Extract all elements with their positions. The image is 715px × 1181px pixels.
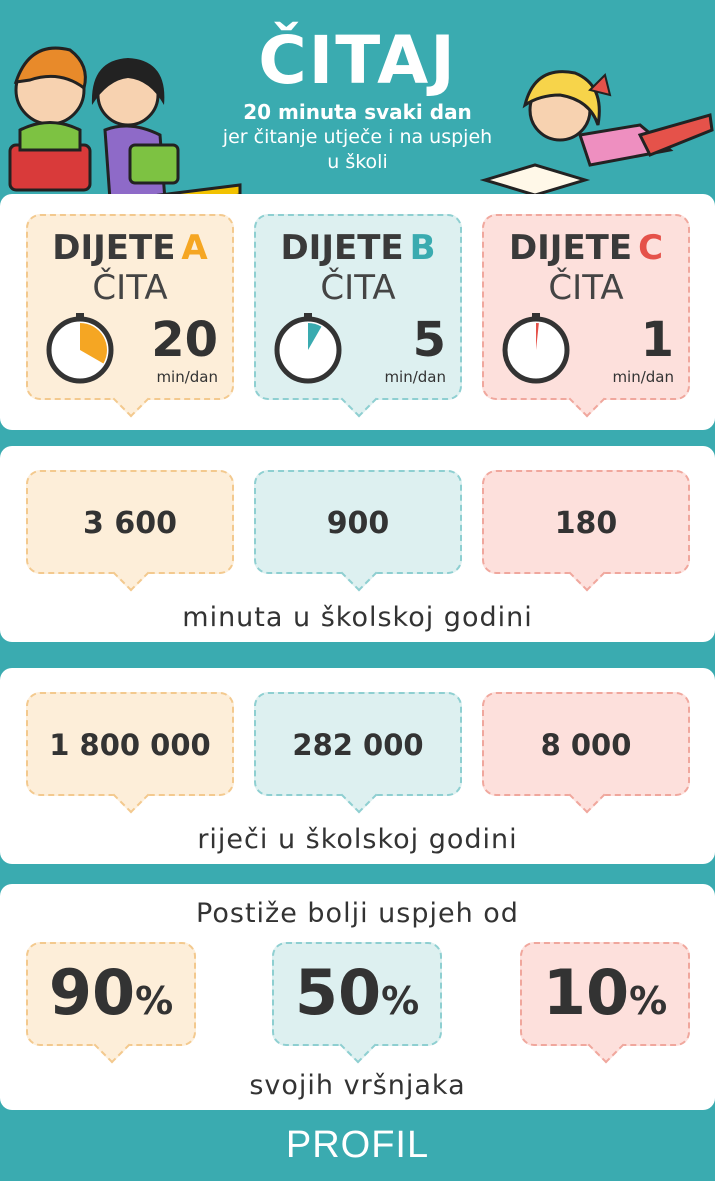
words-value-b: 282 000	[292, 728, 424, 762]
success-card-b: 50%	[272, 942, 442, 1064]
child-c-unit: min/dan	[612, 368, 674, 386]
minutes-panel: 3 600 900 180 minuta u školskoj godini	[0, 446, 715, 642]
minutes-caption: minuta u školskoj godini	[182, 602, 533, 633]
child-a-card: DIJETE A ČITA 20 min/dan	[26, 214, 234, 418]
minutes-value-c: 180	[554, 506, 618, 541]
success-value-b: 50%	[294, 956, 420, 1029]
words-card-b: 282 000	[254, 692, 462, 814]
success-caption: svojih vršnjaka	[249, 1070, 466, 1101]
subtitle-bold: 20 minuta svaki dan	[243, 100, 472, 124]
success-value-c: 10%	[542, 956, 668, 1029]
words-caption: riječi u školskoj godini	[197, 824, 518, 855]
page-title: ČITAJ	[258, 22, 457, 99]
child-c-title: DIJETE C	[508, 228, 664, 268]
success-card-a: 90%	[26, 942, 196, 1064]
words-card-a: 1 800 000	[26, 692, 234, 814]
subtitle-rest: jer čitanje utječe i na uspjeh u školi	[222, 126, 493, 173]
success-value-a: 90%	[48, 956, 174, 1029]
minutes-card-a: 3 600	[26, 470, 234, 592]
child-b-unit: min/dan	[384, 368, 446, 386]
words-panel: 1 800 000 282 000 8 000 riječi u školsko…	[0, 668, 715, 864]
child-c-card: DIJETE C ČITA 1 min/dan	[482, 214, 690, 418]
minutes-value-b: 900	[326, 506, 390, 541]
child-a-minutes: 20	[151, 312, 218, 368]
minutes-card-c: 180	[482, 470, 690, 592]
success-intro: Postiže bolji uspjeh od	[196, 898, 519, 929]
minutes-card-b: 900	[254, 470, 462, 592]
reading-time-panel: DIJETE A ČITA 20 min/dan DIJETE B ČITA 5 m…	[0, 194, 715, 430]
minutes-value-a: 3 600	[83, 506, 177, 541]
child-c-reads: ČITA	[548, 268, 624, 308]
child-b-title: DIJETE B	[280, 228, 436, 268]
child-b-card: DIJETE B ČITA 5 min/dan	[254, 214, 462, 418]
words-value-a: 1 800 000	[49, 728, 211, 762]
child-b-minutes: 5	[412, 312, 446, 368]
words-card-c: 8 000	[482, 692, 690, 814]
success-card-c: 10%	[520, 942, 690, 1064]
words-value-c: 8 000	[540, 728, 632, 762]
child-a-reads: ČITA	[92, 268, 168, 308]
page-subtitle: 20 minuta svaki dan jer čitanje utječe i…	[215, 100, 500, 175]
clock-icon	[46, 313, 114, 384]
child-a-title: DIJETE A	[52, 228, 208, 268]
clock-icon	[502, 313, 570, 384]
child-c-minutes: 1	[640, 312, 674, 368]
clock-icon	[274, 313, 342, 384]
child-a-unit: min/dan	[156, 368, 218, 386]
brand-logo: PROFIL	[285, 1124, 430, 1166]
child-b-reads: ČITA	[320, 268, 396, 308]
success-panel: Postiže bolji uspjeh od 90% 50% 10% svoj…	[0, 884, 715, 1110]
